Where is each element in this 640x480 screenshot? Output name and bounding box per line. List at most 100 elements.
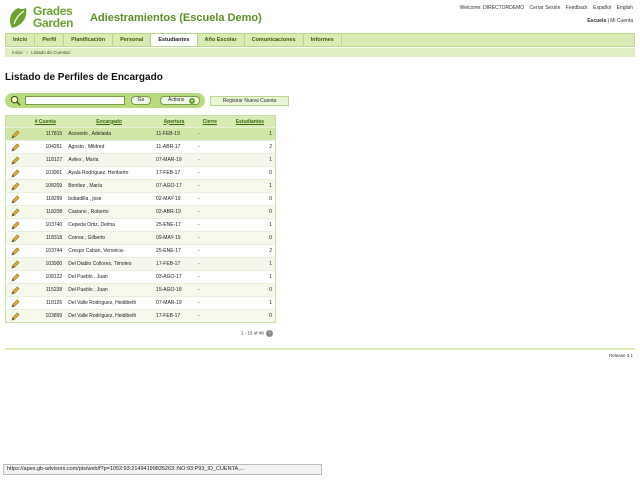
my-account-link[interactable]: Mi Cuenta — [610, 18, 633, 24]
edit-cell[interactable] — [5, 140, 26, 154]
edit-cell[interactable] — [5, 153, 26, 167]
magnifier-icon — [10, 95, 21, 106]
header-closing[interactable]: Cierre — [194, 115, 225, 128]
account-cell: 103740 — [25, 218, 66, 232]
closing-cell: - — [194, 283, 225, 297]
table-row: 103744 Crespo Caban, Veronica- 25-ENE-17-2 — [5, 244, 276, 258]
tab-perfil[interactable]: Perfil — [35, 34, 65, 46]
edit-cell[interactable] — [5, 179, 26, 193]
edit-cell[interactable] — [5, 205, 26, 219]
closing-cell: - — [194, 257, 225, 271]
pencil-icon — [11, 195, 20, 204]
guardian-cell: Crespo Caban, Veronica- — [65, 244, 154, 258]
guardian-cell: bobadilla , jose — [65, 192, 154, 206]
header-guardian[interactable]: Encargado — [65, 115, 154, 128]
tab-estudiantes[interactable]: Estudiantes — [151, 34, 198, 46]
opening-cell: 17-FEB-17 — [153, 309, 195, 323]
opening-cell: 17-FEB-17 — [153, 166, 195, 180]
edit-cell[interactable] — [5, 218, 26, 232]
table-row: 103901 Ayala Rodríguez, Heriberto 17-FEB-1… — [5, 166, 276, 180]
tab-ano-escolar[interactable]: Año Escolar — [198, 34, 245, 46]
school-link[interactable]: Escuela — [587, 18, 606, 24]
register-new-account-button[interactable]: Registrar Nueva Cuenta — [210, 96, 289, 106]
opening-cell: 11-ABR-17 — [153, 140, 195, 154]
feedback-link[interactable]: Feedback — [566, 5, 588, 11]
main-tabs: Inicio Perfil Planificación Personal Est… — [5, 33, 635, 47]
edit-cell[interactable] — [5, 283, 26, 297]
closing-cell: - — [194, 179, 225, 193]
students-cell: 1 — [224, 270, 276, 284]
edit-cell[interactable] — [5, 270, 26, 284]
browser-status-url: https://apex.gb-advisors.com/pls/web/f?p… — [3, 464, 322, 475]
edit-cell[interactable] — [5, 257, 26, 271]
students-cell: 0 — [224, 309, 276, 323]
pencil-icon — [11, 130, 20, 139]
language-spanish-link[interactable]: Español — [593, 5, 611, 11]
account-cell: 118127 — [25, 153, 66, 167]
edit-cell[interactable] — [5, 127, 26, 141]
account-cell: 103899 — [25, 309, 66, 323]
guardian-cell: Agosto , Mildred — [65, 140, 154, 154]
account-cell: 115238 — [25, 283, 66, 297]
go-button[interactable]: Go — [131, 96, 151, 105]
closing-cell: - — [194, 309, 225, 323]
guardian-accounts-table: # Cuenta Encargado Apertura Cierre Estud… — [5, 115, 276, 323]
account-cell: 103901 — [25, 166, 66, 180]
header-edit — [5, 115, 26, 128]
header-students[interactable]: Estudiantes — [224, 115, 276, 128]
pencil-icon — [11, 299, 20, 308]
students-cell: 2 — [224, 244, 276, 258]
logout-link[interactable]: Cerrar Sesión — [530, 5, 561, 11]
tab-personal[interactable]: Personal — [113, 34, 152, 46]
students-cell: 0 — [224, 192, 276, 206]
pencil-icon — [11, 221, 20, 230]
guardian-cell: Aviles , María — [65, 153, 154, 167]
grades-garden-logo[interactable]: Grades Garden — [6, 4, 86, 32]
tab-planificacion[interactable]: Planificación — [64, 34, 114, 46]
closing-cell: - — [194, 166, 225, 180]
tab-comunicaciones[interactable]: Comunicaciones — [245, 34, 304, 46]
leaf-logo-icon — [10, 8, 27, 28]
opening-cell: 02-MAY-19 — [153, 192, 195, 206]
chevron-down-icon: ▾ — [189, 98, 195, 104]
header-opening[interactable]: Apertura — [153, 115, 195, 128]
edit-cell[interactable] — [5, 166, 26, 180]
search-input[interactable] — [25, 96, 125, 105]
guardian-cell: Benítez , María — [65, 179, 154, 193]
edit-cell[interactable] — [5, 231, 26, 245]
students-cell: 0 — [224, 166, 276, 180]
table-row: 108209 Benítez , María 07-AGO-17-1 — [5, 179, 276, 193]
chevron-right-icon[interactable]: › — [266, 330, 274, 337]
students-cell: 1 — [224, 127, 276, 141]
breadcrumb-home[interactable]: Inicio — [12, 50, 23, 55]
account-cell: 117815 — [25, 127, 66, 141]
closing-cell: - — [194, 192, 225, 206]
students-cell: 0 — [224, 231, 276, 245]
header-account[interactable]: # Cuenta — [25, 115, 66, 128]
school-links: Escuela | Mi Cuenta — [587, 18, 633, 24]
pencil-icon — [11, 208, 20, 217]
edit-cell[interactable] — [5, 296, 26, 310]
tab-inicio[interactable]: Inicio — [6, 34, 36, 46]
guardian-cell: Correa , Gilberto — [65, 231, 154, 245]
table-row: 115238 Del Pueblo , Juan 15-AGO-18-0 — [5, 283, 276, 297]
pencil-icon — [11, 247, 20, 256]
pencil-icon — [11, 273, 20, 282]
closing-cell: - — [194, 140, 225, 154]
edit-cell[interactable] — [5, 244, 26, 258]
language-english-link[interactable]: English — [617, 5, 633, 11]
actions-menu-button[interactable]: Actions ▾ — [160, 96, 200, 105]
pagination-text: 1 - 15 of 48 — [241, 330, 264, 336]
table-row: 118299 bobadilla , jose 02-MAY-19-0 — [5, 192, 276, 206]
app-title: Adiestramientos (Escuela Demo) — [90, 12, 262, 24]
closing-cell: - — [194, 296, 225, 310]
edit-cell[interactable] — [5, 192, 26, 206]
guardian-cell: Ayala Rodríguez, Heriberto — [65, 166, 154, 180]
table-row: 118127 Aviles , María 07-MAR-19-1 — [5, 153, 276, 167]
students-cell: 1 — [224, 296, 276, 310]
tab-informes[interactable]: Informes — [304, 34, 342, 46]
edit-cell[interactable] — [5, 309, 26, 323]
account-cell: 118318 — [25, 231, 66, 245]
opening-cell: 07-AGO-17 — [153, 179, 195, 193]
guardian-cell: Casiano , Roberto — [65, 205, 154, 219]
